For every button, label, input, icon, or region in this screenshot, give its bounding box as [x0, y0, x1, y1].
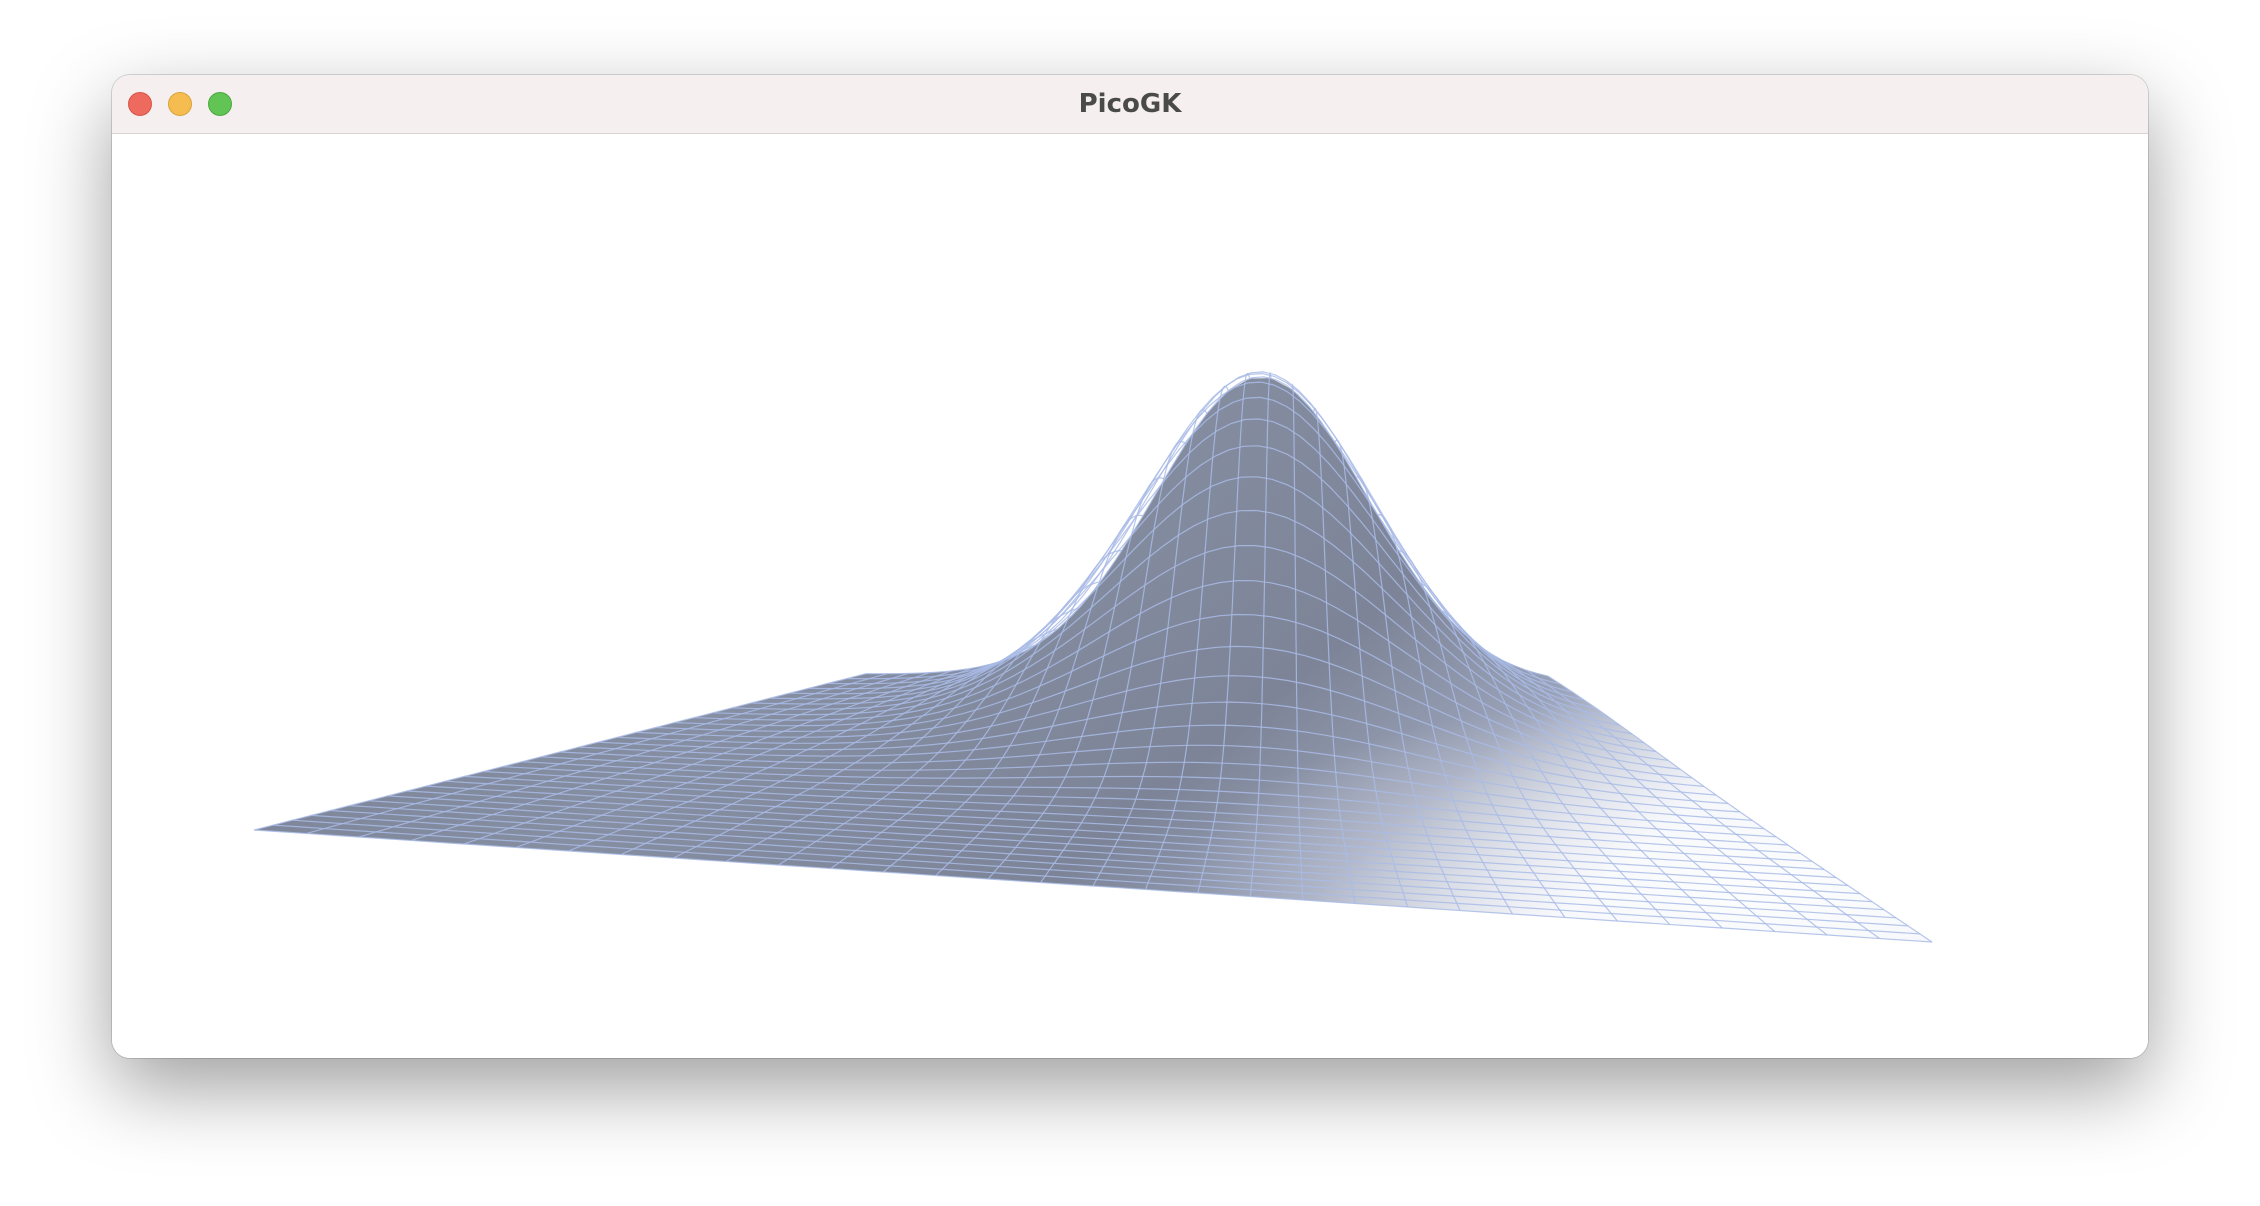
app-window: PicoGK: [112, 75, 2148, 1058]
3d-viewer-canvas[interactable]: [112, 134, 2148, 1058]
viewer-viewport[interactable]: [112, 134, 2148, 1058]
title-bar[interactable]: PicoGK: [112, 75, 2148, 134]
surface-highlight: [254, 378, 1932, 943]
window-title: PicoGK: [1078, 89, 1182, 119]
mesh-render: [253, 371, 1933, 943]
